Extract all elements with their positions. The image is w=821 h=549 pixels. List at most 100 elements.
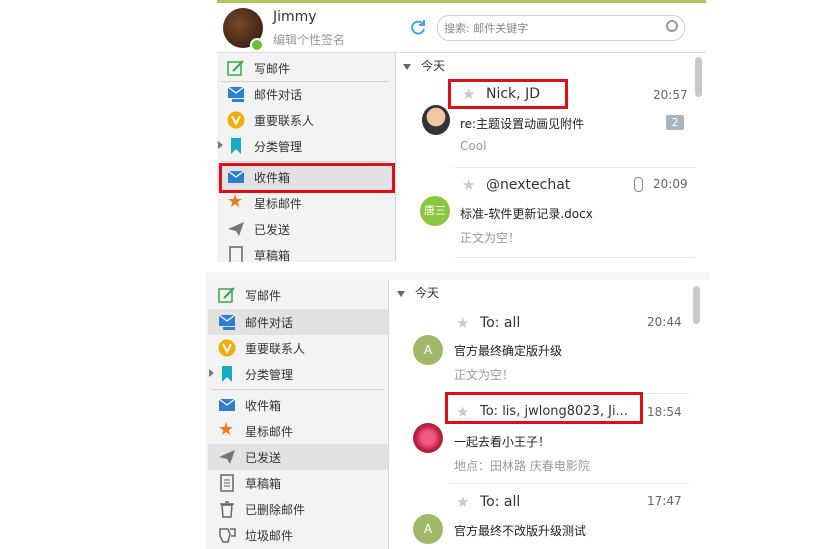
compose-icon [227,59,245,77]
conversation-icon [227,85,245,103]
sidebar-item-compose[interactable]: 写邮件 [208,282,388,308]
sidebar-item-label: 垃圾邮件 [245,529,294,543]
message-time: 18:54 [647,405,682,419]
divider [455,257,695,258]
sidebar-item-label: 已删除邮件 [245,503,306,517]
draft-icon [218,474,236,492]
divider [212,389,384,390]
message-preview: 地点：田林路 庆春电影院 [454,459,590,473]
message-preview: 正文为空！ [454,368,515,382]
message-time: 17:47 [647,494,682,508]
message-subject: 官方最终确定版升级 [454,344,563,358]
sidebar-item-label: 重要联系人 [254,114,315,128]
message-time: 20:09 [653,177,688,191]
sidebar-item-trash[interactable]: 已删除邮件 [208,496,388,522]
sidebar: 写邮件 邮件对话 重要联系人 分类管理 收件箱 ★ 星标邮件 已发送 [208,280,389,549]
highlight-inbox [219,163,395,193]
header: Jimmy 编辑个性签名 搜索: 邮件关键字 [217,3,706,53]
sidebar-item-compose[interactable]: 写邮件 [217,55,395,81]
sidebar-item-sent[interactable]: 已发送 [217,216,395,242]
star-icon[interactable]: ★ [462,176,475,194]
sidebar-item-drafts[interactable]: 草稿箱 [217,242,395,262]
sidebar-item-categories[interactable]: 分类管理 [208,361,388,387]
sidebar-item-label: 邮件对话 [254,88,303,102]
sidebar: 写邮件 邮件对话 重要联系人 分类管理 收件箱 ★ 星标邮件 已发送 [217,53,396,262]
collapse-icon [397,290,405,297]
message-preview: Cool [460,139,487,153]
refresh-icon[interactable] [408,18,428,38]
sidebar-item-categories[interactable]: 分类管理 [217,133,395,159]
sidebar-item-drafts[interactable]: 草稿箱 [208,470,388,496]
sent-icon [227,220,245,238]
trash-icon [218,500,236,518]
day-header-label: 今天 [421,59,446,73]
sender-avatar [422,105,450,135]
sidebar-item-starred[interactable]: ★ 星标邮件 [208,418,388,444]
sidebar-item-sent[interactable]: 已发送 [208,444,388,470]
sidebar-item-spam[interactable]: 垃圾邮件 [208,522,388,548]
sidebar-item-label: 重要联系人 [245,342,306,356]
top-mail-window: Jimmy 编辑个性签名 搜索: 邮件关键字 写邮件 邮件对话 重要联系人 分类… [217,0,706,262]
divider [449,483,689,484]
sender-name: To: all [480,494,521,510]
sender-avatar: A [413,514,443,544]
thread-count-badge: 2 [666,115,684,130]
highlight-sender [448,79,568,109]
sidebar-item-conversation[interactable]: 邮件对话 [208,309,388,335]
draft-icon [227,246,245,262]
divider [221,161,389,162]
sidebar-item-vip[interactable]: 重要联系人 [208,335,388,361]
bottom-mail-window: 写邮件 邮件对话 重要联系人 分类管理 收件箱 ★ 星标邮件 已发送 草稿箱 已… [206,272,710,549]
day-header[interactable]: 今天 [397,284,439,301]
expand-arrow-icon[interactable] [209,369,214,377]
sidebar-item-label: 已发送 [254,223,291,237]
message-subject: re:主题设置动画见附件 [460,117,585,131]
star-icon[interactable]: ★ [456,314,469,332]
star-icon: ★ [227,191,244,212]
sidebar-item-vip[interactable]: 重要联系人 [217,107,395,133]
conversation-icon [218,313,236,331]
sidebar-item-conversation[interactable]: 邮件对话 [217,81,395,107]
inbox-icon [218,396,236,414]
sidebar-item-label: 草稿箱 [254,249,291,262]
collapse-icon [403,63,411,70]
scrollbar[interactable] [693,286,700,324]
sender-name: To: all [480,315,521,331]
highlight-recipients [445,392,643,424]
scrollbar[interactable] [695,57,702,97]
search-input[interactable]: 搜索: 邮件关键字 [437,15,685,41]
sidebar-item-label: 收件箱 [245,399,282,413]
message-list: 今天 ★ Nick, JD 20:57 re:主题设置动画见附件 2 Cool … [396,53,706,262]
day-header-label: 今天 [415,286,440,300]
sidebar-item-starred[interactable]: ★ 星标邮件 [217,190,395,216]
sidebar-item-inbox[interactable]: 收件箱 [208,392,388,418]
sidebar-item-label: 分类管理 [254,140,303,154]
message-list: 今天 ★ To: all 20:44 A 官方最终确定版升级 正文为空！ ★ T… [389,280,710,549]
attachment-icon [634,177,643,192]
search-placeholder: 搜索: 邮件关键字 [444,22,529,35]
bookmark-icon [227,137,245,155]
sender-avatar: 唐三 [420,196,450,226]
message-preview: 正文为空！ [460,231,521,245]
sender-avatar [413,423,443,453]
sidebar-item-label: 写邮件 [254,62,291,76]
star-icon[interactable]: ★ [456,493,469,511]
message-subject: 标准-软件更新记录.docx [460,207,593,221]
sender-avatar: A [413,335,443,365]
signature-field[interactable]: 编辑个性签名 [273,31,345,48]
sidebar-item-label: 星标邮件 [254,197,303,211]
divider [455,167,695,168]
vip-icon [227,111,245,129]
sidebar-item-label: 已发送 [245,451,282,465]
message-time: 20:44 [647,315,682,329]
search-icon[interactable] [666,20,678,32]
expand-arrow-icon[interactable] [218,141,223,149]
sender-name: @nextechat [486,177,571,193]
sidebar-item-label: 邮件对话 [245,316,294,330]
vip-icon [218,339,236,357]
sidebar-item-label: 星标邮件 [245,425,294,439]
compose-icon [218,286,236,304]
day-header[interactable]: 今天 [403,57,445,74]
sidebar-item-label: 写邮件 [245,289,282,303]
bookmark-icon [218,365,236,383]
